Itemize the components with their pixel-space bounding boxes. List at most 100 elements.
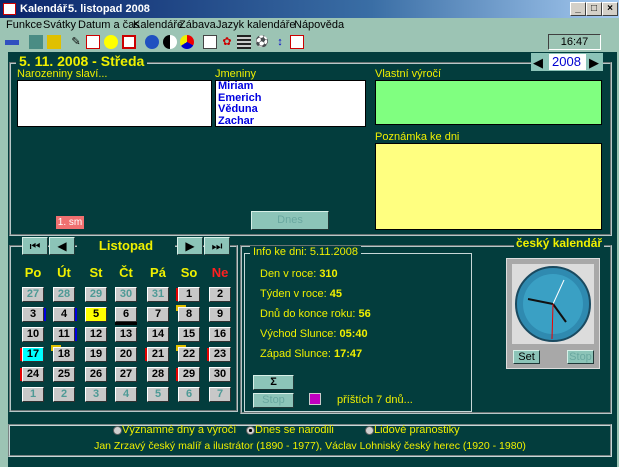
day-cell[interactable]: 8	[176, 305, 200, 322]
menu-svatky[interactable]: Svátky	[43, 19, 76, 31]
day-cell[interactable]: 11	[53, 327, 77, 342]
day-cell[interactable]: 1	[176, 287, 200, 302]
radio-label[interactable]: Významné dny a výročí	[122, 424, 236, 436]
radio-lidove-pranostiky[interactable]	[365, 426, 374, 435]
globe-icon[interactable]	[145, 35, 159, 49]
maximize-button[interactable]: □	[586, 2, 602, 16]
day-cell[interactable]: 6	[178, 387, 200, 402]
day-number: 27	[119, 368, 133, 380]
day-cell[interactable]: 23	[207, 347, 231, 362]
clock-set-button[interactable]: Set	[513, 350, 540, 364]
moon-icon[interactable]	[163, 35, 177, 49]
ball-icon[interactable]: ⚽	[255, 35, 269, 49]
day-cell[interactable]: 28	[147, 367, 169, 382]
namedays-list[interactable]: Miriam Emerich Věduna Zachar	[215, 80, 366, 127]
flower-icon[interactable]: ✿	[220, 35, 234, 49]
birthdays-list[interactable]	[17, 80, 212, 127]
day-cell[interactable]: 3	[85, 387, 107, 402]
day-cell[interactable]: 13	[115, 327, 137, 342]
pie-icon[interactable]	[180, 35, 194, 49]
today-button[interactable]: Dnes	[251, 211, 329, 230]
month-name: Listopad	[77, 237, 175, 255]
day-cell[interactable]: 17	[20, 347, 44, 362]
day-cell[interactable]: 25	[53, 367, 75, 382]
day-cell[interactable]: 5	[85, 307, 107, 322]
square-icon[interactable]	[29, 35, 43, 49]
day-cell[interactable]: 5	[147, 387, 169, 402]
day-cell[interactable]: 9	[209, 307, 231, 322]
day-cell[interactable]: 27	[22, 287, 44, 302]
flag-icon[interactable]	[5, 40, 19, 45]
day-cell[interactable]: 19	[85, 347, 107, 362]
minimize-button[interactable]: _	[570, 2, 586, 16]
day-cell[interactable]: 2	[209, 287, 231, 302]
day-cell[interactable]: 16	[209, 327, 231, 342]
sum-button[interactable]: Σ	[253, 375, 294, 390]
first-month-button[interactable]: ⏮	[22, 237, 48, 255]
list-icon[interactable]	[237, 35, 251, 49]
clock-stop-button[interactable]: Stop	[567, 350, 594, 364]
day-number: 30	[213, 368, 227, 380]
day-cell[interactable]: 27	[115, 367, 137, 382]
menu-napoveda[interactable]: Nápověda	[294, 19, 344, 31]
day-cell[interactable]: 22	[176, 345, 200, 362]
day-cell[interactable]: 3	[22, 307, 46, 322]
day-cell[interactable]: 30	[209, 367, 231, 382]
radio-vyznamne-dny[interactable]	[113, 426, 122, 435]
year-prev-icon[interactable]: ◀	[533, 55, 543, 71]
menu-zabava[interactable]: Zábava	[179, 19, 216, 31]
day-cell[interactable]: 21	[145, 347, 169, 362]
day-cell[interactable]: 10	[22, 327, 44, 342]
radio-dnes-se-narodili[interactable]	[246, 426, 255, 435]
smiley-icon[interactable]	[104, 35, 118, 49]
next-month-button[interactable]: ▶	[177, 237, 203, 255]
nameday-item[interactable]: Miriam	[218, 80, 365, 93]
day-cell[interactable]: 12	[85, 327, 107, 342]
info-stop-button[interactable]: Stop	[253, 393, 294, 408]
menu-datum-a-cas[interactable]: Datum a čas	[78, 19, 140, 31]
radio-label[interactable]: Dnes se narodili	[255, 424, 334, 436]
nameday-item[interactable]: Věduna	[218, 103, 365, 116]
day-cell[interactable]: 2	[53, 387, 75, 402]
day-cell[interactable]: 6	[115, 307, 137, 325]
day-cell[interactable]: 24	[20, 367, 44, 382]
calendar-icon[interactable]	[86, 35, 100, 49]
day-cell[interactable]: 26	[85, 367, 107, 382]
day-cell[interactable]: 14	[147, 327, 169, 342]
year-input[interactable]: 2008	[549, 54, 586, 70]
note-field[interactable]	[375, 143, 602, 230]
day-cell[interactable]: 28	[53, 287, 75, 302]
day-cell[interactable]: 29	[176, 367, 200, 382]
menu-funkce[interactable]: Funkce	[6, 19, 42, 31]
menu-jazyk-kalendare[interactable]: Jazyk kalendáře	[216, 19, 296, 31]
anniversary-field[interactable]	[375, 80, 602, 125]
calendar-grid-icon[interactable]	[47, 35, 61, 49]
thermometer-icon[interactable]: ↕	[273, 35, 287, 49]
day-cell[interactable]: 4	[53, 307, 77, 322]
year-next-icon[interactable]: ▶	[589, 55, 599, 71]
note-icon[interactable]	[290, 35, 304, 49]
prev-month-button[interactable]: ◀	[49, 237, 75, 255]
next-days-label[interactable]: příštích 7 dnů...	[337, 394, 413, 406]
close-button[interactable]: ×	[602, 2, 618, 16]
radio-label[interactable]: Lidové pranostiky	[374, 424, 460, 436]
day-cell[interactable]: 29	[85, 287, 107, 302]
day-cell[interactable]: 20	[115, 347, 137, 362]
day-cell[interactable]: 7	[209, 387, 231, 402]
nameday-item[interactable]: Zachar	[218, 115, 365, 128]
menu-kalendare[interactable]: Kalendáře	[133, 19, 183, 31]
notepad-icon[interactable]: ✎	[69, 35, 83, 49]
document-icon[interactable]	[203, 35, 217, 49]
year-spinner[interactable]: ◀ 2008 ▶	[531, 53, 603, 71]
color-swatch[interactable]	[309, 393, 321, 405]
day-cell[interactable]: 31	[147, 287, 169, 302]
clock-icon[interactable]	[122, 35, 136, 49]
last-month-button[interactable]: ⏭	[204, 237, 230, 255]
info-value: 17:47	[334, 348, 363, 360]
day-cell[interactable]: 18	[51, 345, 75, 362]
day-cell[interactable]: 7	[147, 307, 169, 322]
day-cell[interactable]: 4	[115, 387, 137, 402]
day-cell[interactable]: 30	[115, 287, 137, 302]
day-cell[interactable]: 1	[22, 387, 44, 402]
day-cell[interactable]: 15	[178, 327, 200, 342]
